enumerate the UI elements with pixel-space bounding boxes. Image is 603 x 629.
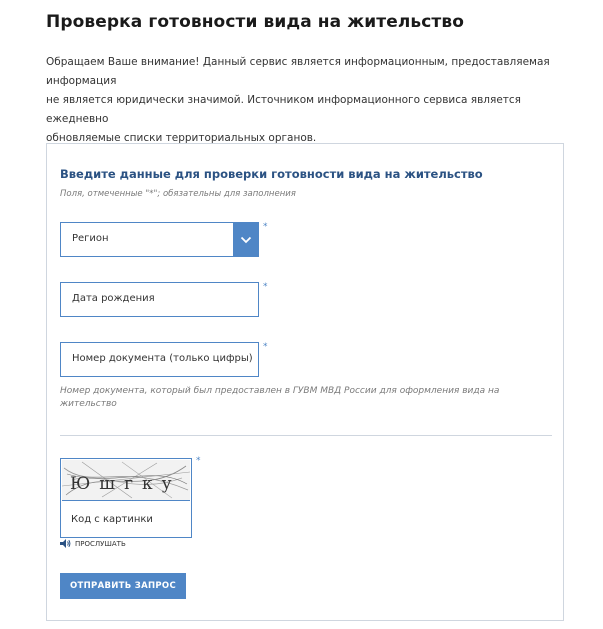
submit-button[interactable]: ОТПРАВИТЬ ЗАПРОС [60, 573, 186, 599]
listen-label: ПРОСЛУШАТЬ [75, 539, 126, 548]
intro-line: не является юридически значимой. Источни… [46, 94, 521, 125]
birth-date-placeholder: Дата рождения [72, 293, 155, 304]
required-star: * [196, 456, 201, 466]
document-number-field[interactable]: Номер документа (только цифры) [60, 342, 259, 377]
listen-captcha-button[interactable]: ПРОСЛУШАТЬ [60, 539, 126, 548]
page: Проверка готовности вида на жительство О… [0, 0, 603, 629]
captcha-input[interactable]: Код с картинки [71, 514, 153, 525]
captcha-noise: Юшгку [61, 460, 191, 500]
required-star: * [263, 222, 268, 232]
document-number-hint: Номер документа, который был предоставле… [60, 386, 500, 409]
required-star: * [263, 282, 268, 292]
form-title: Введите данные для проверки готовности в… [60, 167, 483, 181]
captcha-image: Юшгку [61, 460, 191, 501]
speaker-icon [60, 539, 71, 548]
region-select[interactable]: Регион [60, 222, 259, 257]
captcha-box: Юшгку Код с картинки [60, 458, 192, 538]
birth-date-field[interactable]: Дата рождения [60, 282, 259, 317]
chevron-down-icon[interactable] [233, 223, 258, 256]
region-select-value: Регион [72, 233, 109, 244]
intro-line: Обращаем Ваше внимание! Данный сервис яв… [46, 56, 550, 87]
intro-text: Обращаем Ваше внимание! Данный сервис яв… [46, 53, 566, 148]
required-star: * [263, 342, 268, 352]
page-title: Проверка готовности вида на жительство [46, 12, 465, 32]
document-number-placeholder: Номер документа (только цифры) [72, 353, 253, 364]
divider [60, 435, 552, 436]
form-panel: Введите данные для проверки готовности в… [46, 143, 564, 621]
required-note: Поля, отмеченные "*"; обязательны для за… [60, 189, 296, 199]
captcha-text: Юшгку [70, 474, 181, 494]
